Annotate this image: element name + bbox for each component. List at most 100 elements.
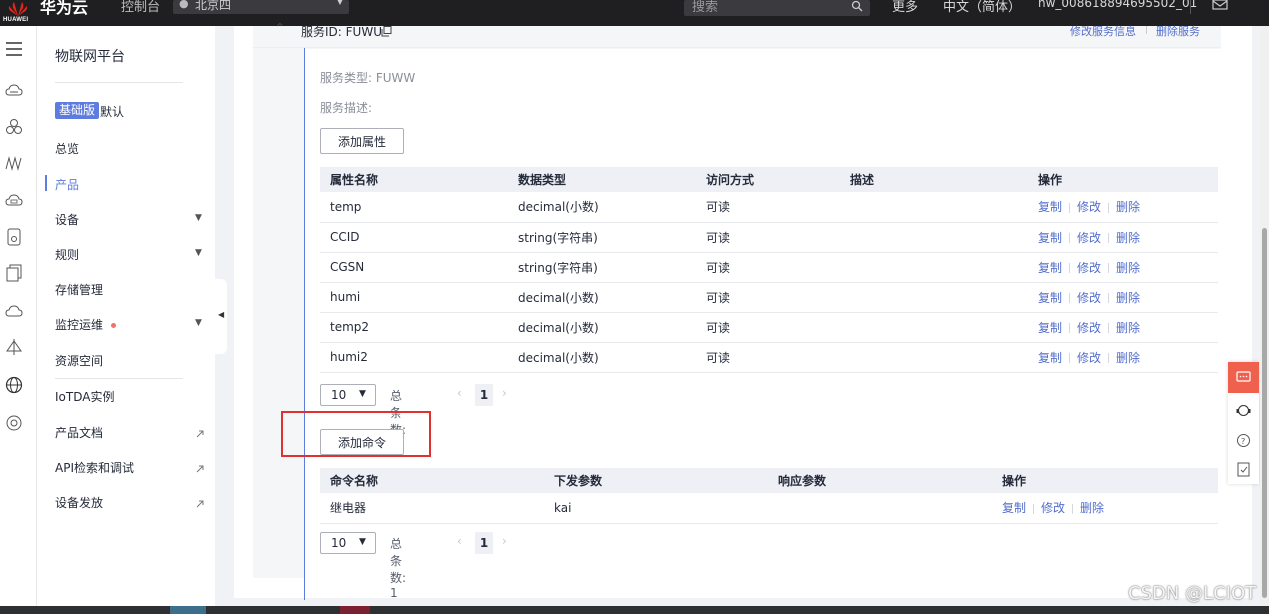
edition-badge[interactable]: 基础版 [55,102,100,119]
cloud-database-icon[interactable] [5,192,23,210]
external-link-icon [196,465,204,473]
page-size-value: 10 [331,388,347,402]
page-number[interactable]: 1 [475,532,493,554]
sidebar-item-monitoring[interactable]: 监控运维 [55,316,117,333]
delete-service-link[interactable]: 删除服务 [1156,23,1200,39]
taskbar-app-button[interactable] [340,606,370,614]
prev-page-icon[interactable]: ‹ [457,386,462,400]
monitoring-label: 监控运维 [55,318,104,332]
brand-name[interactable]: 华为云 [40,0,88,18]
sidebar-item-iotda-instance[interactable]: IoTDA实例 [55,388,114,405]
scrollbar-thumb[interactable] [1262,228,1267,598]
total-count: 总条数: 1 [390,537,407,600]
taskbar-app-button[interactable] [170,606,206,614]
sidebar-collapse-toggle[interactable]: ◀ [215,279,227,354]
sidebar-item-device-provisioning[interactable]: 设备发放 [55,494,103,511]
cloud-icon[interactable] [5,302,23,320]
sidebar-item-api-explorer[interactable]: API检索和调试 [55,459,134,476]
main-panel: ⌃ 服务ID: FUWU 修改服务信息 删除服务 服务类型: FUWW 服务描述… [234,21,1252,600]
monitoring-wave-icon[interactable] [5,154,23,172]
chevron-up-icon[interactable]: ⌃ [274,21,286,37]
page-number[interactable]: 1 [475,384,493,406]
copy-action[interactable]: 复制 [1038,321,1062,335]
edit-action[interactable]: 修改 [1077,351,1101,365]
copy-icon[interactable] [381,26,392,37]
sidebar-item-rules[interactable]: 规则 [55,246,79,263]
more-menu[interactable]: 更多 [892,0,918,15]
delete-action[interactable]: 删除 [1116,231,1140,245]
delete-action[interactable]: 删除 [1116,321,1140,335]
copy-action[interactable]: 复制 [1038,351,1062,365]
mail-icon[interactable] [1212,0,1228,10]
cluster-icon[interactable] [5,118,23,136]
property-data-type: decimal(小数) [508,192,696,223]
delete-action[interactable]: 删除 [1116,200,1140,214]
property-access: 可读 [696,282,840,313]
edit-action[interactable]: 修改 [1077,261,1101,275]
huawei-logo[interactable]: HUAWEI [0,0,36,26]
sidebar-item-product[interactable]: 产品 [55,176,79,193]
add-property-button[interactable]: 添加属性 [320,128,404,154]
console-link[interactable]: 控制台 [121,0,160,15]
edit-action[interactable]: 修改 [1077,200,1101,214]
edit-action[interactable]: 修改 [1077,291,1101,305]
page-size-select[interactable]: 10 ▼ [320,384,376,406]
delete-action[interactable]: 删除 [1116,291,1140,305]
delete-action[interactable]: 删除 [1116,351,1140,365]
edit-action[interactable]: 修改 [1041,501,1065,515]
storage-icon[interactable] [5,228,23,246]
customer-service-icon[interactable] [1236,403,1251,418]
user-account[interactable]: hw_008618894695502_01 [1038,0,1197,10]
sail-icon[interactable] [5,338,23,356]
column-header: 响应参数 [768,468,992,493]
copy-action[interactable]: 复制 [1038,231,1062,245]
caret-down-icon[interactable]: ▼ [195,213,202,223]
copy-action[interactable]: 复制 [1038,200,1062,214]
delete-action[interactable]: 删除 [1116,261,1140,275]
copy-action[interactable]: 复制 [1002,501,1026,515]
search-icon[interactable] [851,0,863,12]
sidebar-item-overview[interactable]: 总览 [55,140,79,157]
region-selector[interactable]: ● 北京四 ▼ [173,0,349,14]
feedback-icon[interactable] [1236,462,1251,477]
property-data-type: decimal(小数) [508,282,696,313]
cloud-server-icon[interactable] [5,82,23,100]
next-page-icon[interactable]: › [502,534,507,548]
sidebar-item-resource-space[interactable]: 资源空间 [55,352,103,369]
chat-button[interactable] [1228,362,1259,393]
watermark: CSDN @LCIOT [1128,583,1257,604]
globe-icon[interactable] [5,376,23,394]
sidebar-item-product-docs[interactable]: 产品文档 [55,424,103,441]
action-divider [1069,353,1071,363]
table-header-row: 命令名称 下发参数 响应参数 操作 [320,468,1218,493]
page-size-select[interactable]: 10 ▼ [320,532,376,554]
copy-action[interactable]: 复制 [1038,291,1062,305]
service-body: 服务类型: FUWW 服务描述: 添加属性 属性名称 数据类型 访问方式 描述 … [305,49,1221,600]
prev-page-icon[interactable]: ‹ [457,534,462,548]
copy-action[interactable]: 复制 [1038,261,1062,275]
delete-action[interactable]: 删除 [1080,501,1104,515]
language-selector[interactable]: 中文（简体） [943,0,1021,15]
document-stack-icon[interactable] [5,264,23,282]
edit-action[interactable]: 修改 [1077,321,1101,335]
caret-down-icon[interactable]: ▼ [195,318,202,328]
hamburger-menu-icon[interactable] [5,40,23,58]
help-icon[interactable]: ? [1236,433,1251,448]
topbar-divider [1190,0,1191,14]
action-divider [1069,233,1071,243]
sidebar-item-device[interactable]: 设备 [55,211,79,228]
edit-action[interactable]: 修改 [1077,231,1101,245]
action-divider [1108,263,1110,273]
sidebar-item-storage[interactable]: 存储管理 [55,281,103,298]
edit-service-link[interactable]: 修改服务信息 [1070,23,1136,39]
row-actions: 复制 修改 删除 [1028,192,1218,223]
action-divider [1108,202,1110,213]
service-id: 服务ID: FUWU [301,25,382,39]
property-access: 可读 [696,192,840,223]
table-row: temp2 decimal(小数) 可读 复制 修改 删除 [320,312,1218,343]
property-description [840,342,1028,373]
caret-down-icon[interactable]: ▼ [195,248,202,258]
record-icon[interactable] [5,414,23,432]
property-table: 属性名称 数据类型 访问方式 描述 操作 temp decimal(小数) 可读 复制… [320,167,1218,373]
next-page-icon[interactable]: › [502,386,507,400]
